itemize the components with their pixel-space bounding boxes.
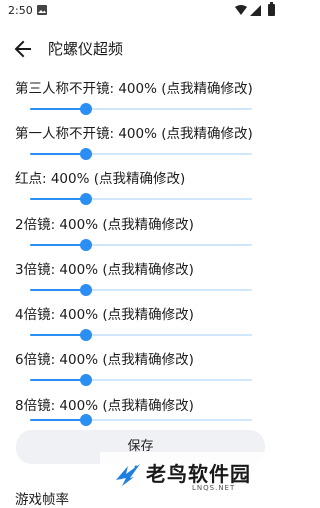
- slider-fill: [30, 153, 86, 155]
- slider-thumb[interactable]: [80, 329, 92, 341]
- sensitivity-slider[interactable]: [30, 239, 252, 251]
- slider-thumb[interactable]: [80, 374, 92, 386]
- setting-label[interactable]: 第三人称不开镜: 400% (点我精确修改): [15, 77, 253, 97]
- watermark: 老鸟软件园 LNQS.NET: [100, 452, 281, 500]
- setting-label[interactable]: 6倍镜: 400% (点我精确修改): [15, 348, 194, 368]
- setting-label[interactable]: 8倍镜: 400% (点我精确修改): [15, 394, 194, 414]
- slider-fill: [30, 419, 86, 421]
- slider-thumb[interactable]: [80, 414, 92, 426]
- setting-label[interactable]: 红点: 400% (点我精确修改): [15, 167, 185, 187]
- slider-thumb[interactable]: [80, 239, 92, 251]
- sensitivity-slider[interactable]: [30, 193, 252, 205]
- setting-label[interactable]: 3倍镜: 400% (点我精确修改): [15, 258, 194, 278]
- sensitivity-slider[interactable]: [30, 103, 252, 115]
- app-bar: 陀螺仪超频: [0, 30, 281, 66]
- setting-label[interactable]: 4倍镜: 400% (点我精确修改): [15, 303, 194, 323]
- setting-label[interactable]: 2倍镜: 400% (点我精确修改): [15, 213, 194, 233]
- slider-fill: [30, 244, 86, 246]
- battery-icon: [268, 2, 275, 16]
- sensitivity-slider[interactable]: [30, 414, 252, 426]
- watermark-text: 老鸟软件园: [146, 462, 251, 486]
- signal-icon: [250, 5, 261, 16]
- slider-thumb[interactable]: [80, 284, 92, 296]
- slider-thumb[interactable]: [80, 148, 92, 160]
- status-time: 2:50: [8, 4, 33, 17]
- slider-fill: [30, 108, 86, 110]
- slider-fill: [30, 334, 86, 336]
- image-notification-icon: [37, 5, 47, 15]
- status-bar: 2:50: [0, 0, 281, 22]
- sensitivity-slider[interactable]: [30, 148, 252, 160]
- bird-logo-icon: [116, 464, 140, 486]
- slider-thumb[interactable]: [80, 103, 92, 115]
- sensitivity-slider[interactable]: [30, 329, 252, 341]
- sensitivity-slider[interactable]: [30, 374, 252, 386]
- slider-fill: [30, 198, 86, 200]
- slider-fill: [30, 289, 86, 291]
- watermark-subtext: LNQS.NET: [192, 484, 236, 492]
- setting-label[interactable]: 第一人称不开镜: 400% (点我精确修改): [15, 122, 253, 142]
- wifi-icon: [235, 5, 247, 15]
- sensitivity-slider[interactable]: [30, 284, 252, 296]
- slider-thumb[interactable]: [80, 193, 92, 205]
- page-title: 陀螺仪超频: [48, 40, 124, 58]
- slider-fill: [30, 379, 86, 381]
- back-arrow-icon[interactable]: [12, 38, 34, 60]
- section-label-game-fps: 游戏帧率: [15, 492, 69, 508]
